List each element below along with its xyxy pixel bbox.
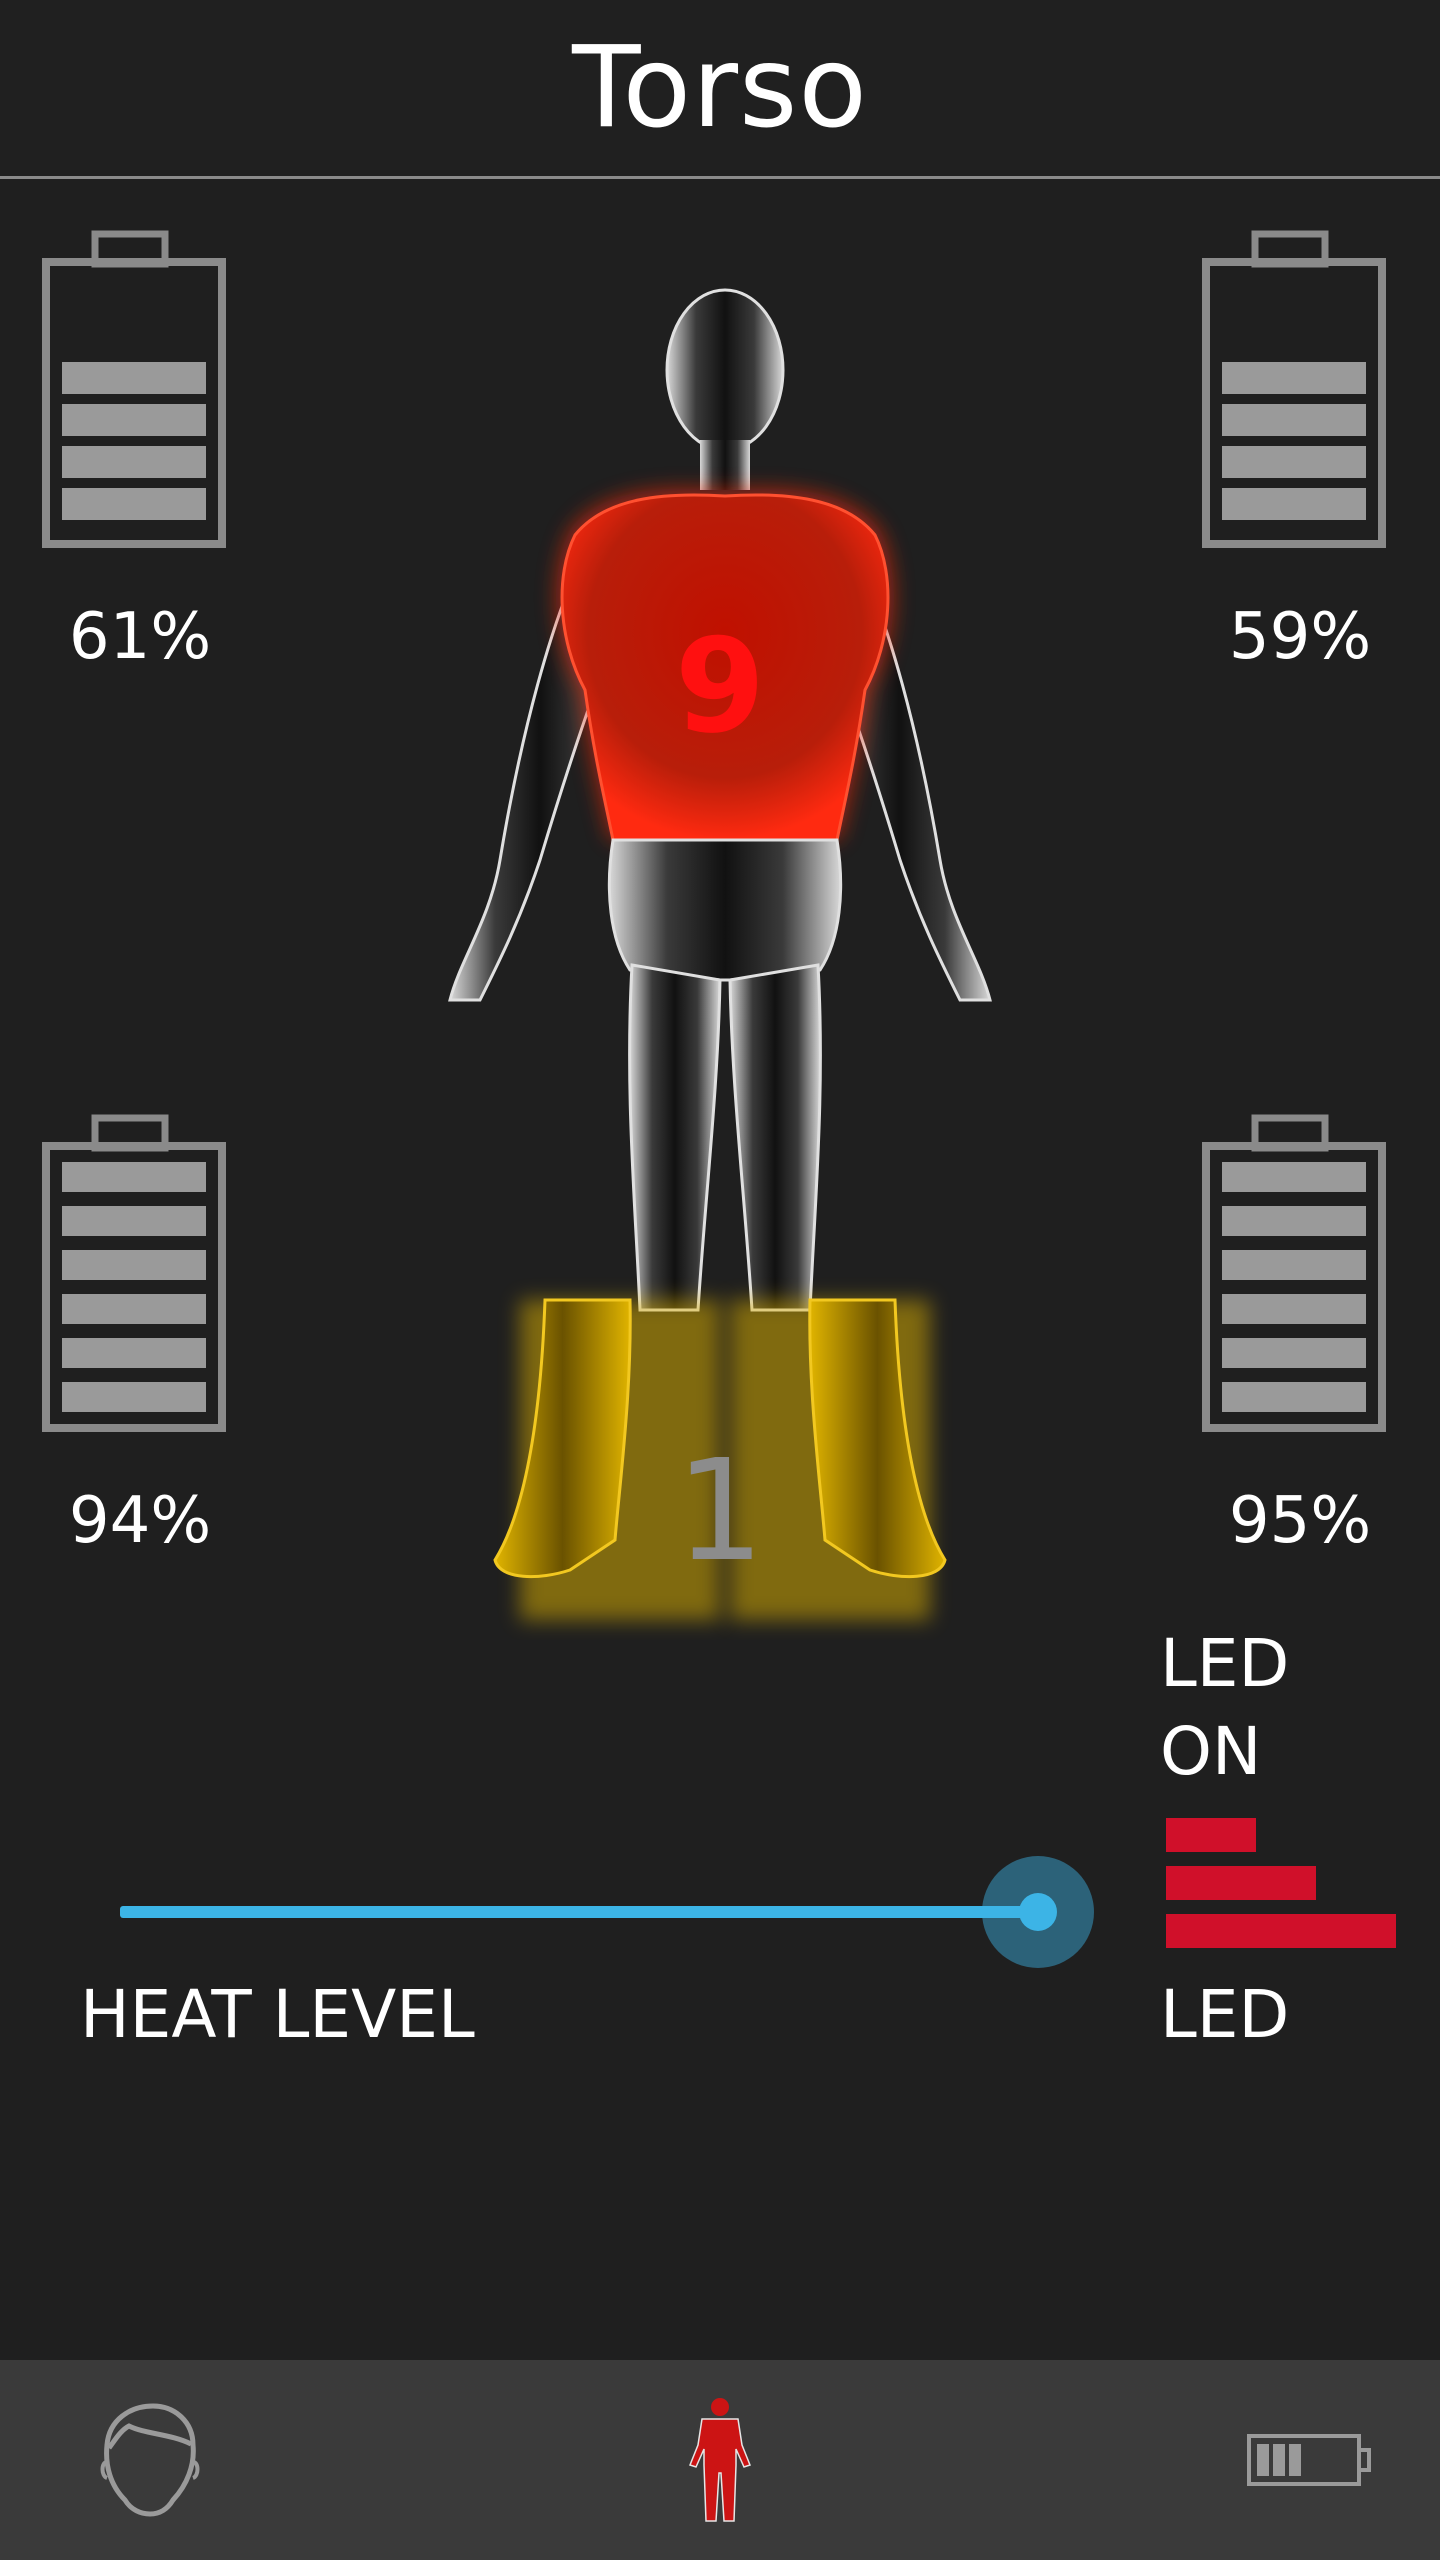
feet-heat-level[interactable]: 1 xyxy=(640,1430,800,1593)
body-icon xyxy=(689,2398,751,2522)
torso-heat-level[interactable]: 9 xyxy=(640,610,800,762)
nav-item-battery[interactable] xyxy=(1210,2360,1410,2560)
led-bar-short xyxy=(1166,1818,1256,1852)
head-icon xyxy=(100,2403,200,2517)
heat-level-slider-handle[interactable] xyxy=(1019,1893,1057,1931)
figure-left-foot xyxy=(493,1298,632,1579)
battery-percent-top-left: 61% xyxy=(68,600,212,674)
figure-right-leg xyxy=(728,963,822,1312)
battery-icon-top-right xyxy=(1202,230,1386,548)
battery-icon xyxy=(1247,2434,1371,2486)
heat-level-label: HEAT LEVEL xyxy=(80,1976,475,2053)
battery-icon-bottom-left xyxy=(42,1114,226,1432)
battery-icon-top-left xyxy=(42,230,226,548)
led-status-line2: ON xyxy=(1160,1713,1262,1790)
led-label: LED xyxy=(1160,1976,1290,2053)
led-status-line1: LED xyxy=(1160,1625,1290,1702)
header-bar: Torso xyxy=(0,0,1440,179)
heat-level-slider-track[interactable] xyxy=(120,1906,1040,1918)
led-status: LED ON xyxy=(1160,1620,1289,1796)
battery-icon-bottom-right xyxy=(1202,1114,1386,1432)
figure-head xyxy=(665,288,785,452)
battery-percent-top-right: 59% xyxy=(1228,600,1372,674)
nav-item-body[interactable] xyxy=(620,2360,820,2560)
bottom-nav xyxy=(0,2360,1440,2560)
battery-percent-bottom-left: 94% xyxy=(68,1484,212,1558)
figure-pelvis xyxy=(607,838,843,982)
led-bar-long xyxy=(1166,1914,1396,1948)
nav-item-head[interactable] xyxy=(50,2360,250,2560)
page-title: Torso xyxy=(572,23,868,153)
battery-percent-bottom-right: 95% xyxy=(1228,1484,1372,1558)
led-bar-medium xyxy=(1166,1866,1316,1900)
led-toggle-button[interactable] xyxy=(1166,1818,1396,1952)
figure-left-leg xyxy=(628,963,722,1312)
